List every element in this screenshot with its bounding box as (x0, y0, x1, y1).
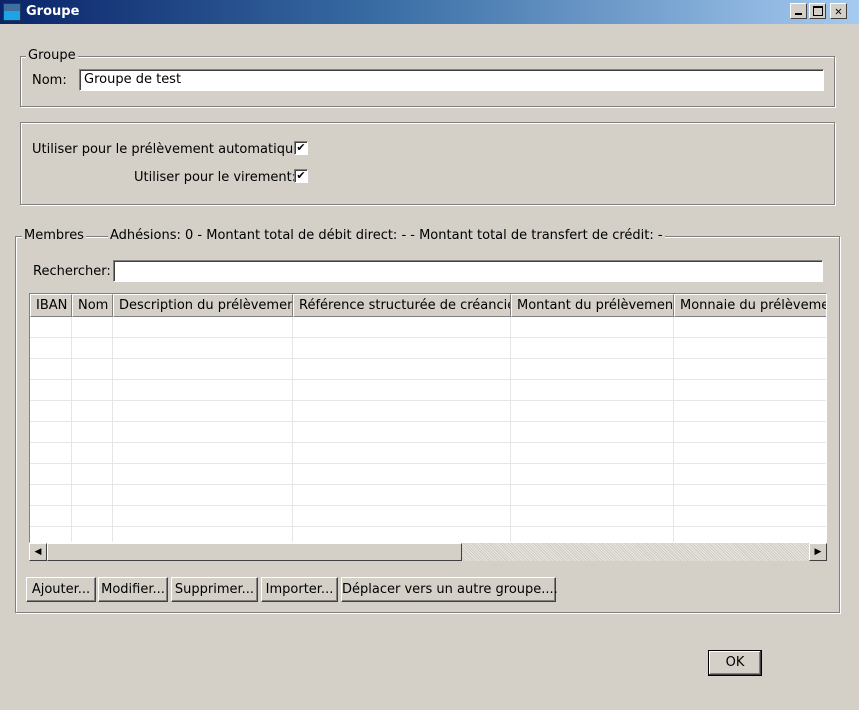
members-summary: Adhésions: 0 - Montant total de débit di… (108, 228, 665, 243)
empty-row (30, 506, 826, 527)
close-icon: ✕ (834, 4, 843, 18)
minimize-icon (795, 13, 802, 15)
empty-row (30, 443, 826, 464)
scroll-right-button[interactable]: ▶ (809, 543, 827, 561)
column-header-amount[interactable]: Montant du prélèvement (511, 294, 674, 317)
empty-row (30, 380, 826, 401)
members-table[interactable]: IBAN Nom Description du prélèvement Réfé… (29, 293, 827, 543)
transfer-checkbox[interactable]: ✔ (294, 169, 308, 183)
ok-button[interactable]: OK (708, 650, 762, 676)
import-button[interactable]: Importer... (261, 577, 338, 602)
transfer-label: Utiliser pour le virement: (134, 170, 297, 185)
name-input[interactable]: Groupe de test (79, 69, 824, 91)
horizontal-scrollbar[interactable]: ◀ ▶ (29, 543, 827, 561)
column-header-creditor-reference[interactable]: Référence structurée de créancier (293, 294, 511, 317)
table-header: IBAN Nom Description du prélèvement Réfé… (30, 294, 826, 317)
empty-row (30, 422, 826, 443)
move-to-group-button[interactable]: Déplacer vers un autre groupe.... (341, 577, 558, 602)
empty-row (30, 485, 826, 506)
column-header-name[interactable]: Nom (72, 294, 113, 317)
column-header-description[interactable]: Description du prélèvement (113, 294, 293, 317)
check-icon: ✔ (296, 169, 306, 182)
title-bar[interactable]: Groupe ✕ (0, 0, 859, 24)
app-icon (3, 3, 21, 21)
empty-row (30, 317, 826, 338)
scroll-left-button[interactable]: ◀ (29, 543, 47, 561)
add-button[interactable]: Ajouter... (26, 577, 96, 602)
group-legend: Groupe (26, 48, 78, 63)
group-fieldset: Groupe Nom: Groupe de test (20, 48, 835, 107)
empty-row (30, 359, 826, 380)
direct-debit-label: Utiliser pour le prélèvement automatique… (32, 142, 306, 157)
arrow-right-icon: ▶ (814, 547, 822, 557)
maximize-button[interactable] (809, 3, 826, 19)
search-input[interactable] (113, 260, 823, 282)
close-button[interactable]: ✕ (830, 3, 847, 19)
column-header-iban[interactable]: IBAN (30, 294, 72, 317)
empty-row (30, 338, 826, 359)
minimize-button[interactable] (790, 3, 807, 19)
empty-row (30, 464, 826, 485)
options-fieldset: Utiliser pour le prélèvement automatique… (20, 122, 835, 205)
name-label: Nom: (32, 73, 67, 88)
members-legend: Membres (22, 228, 86, 243)
check-icon: ✔ (296, 141, 306, 154)
edit-button[interactable]: Modifier... (98, 577, 168, 602)
search-label: Rechercher: (33, 264, 111, 279)
arrow-left-icon: ◀ (34, 547, 42, 557)
column-header-currency[interactable]: Monnaie du prélèvement (674, 294, 826, 317)
maximize-icon (813, 6, 823, 16)
empty-row (30, 401, 826, 422)
window-title: Groupe (26, 4, 80, 19)
delete-button[interactable]: Supprimer... (171, 577, 258, 602)
direct-debit-checkbox[interactable]: ✔ (294, 141, 308, 155)
scroll-thumb[interactable] (47, 543, 462, 561)
table-body (30, 317, 826, 542)
